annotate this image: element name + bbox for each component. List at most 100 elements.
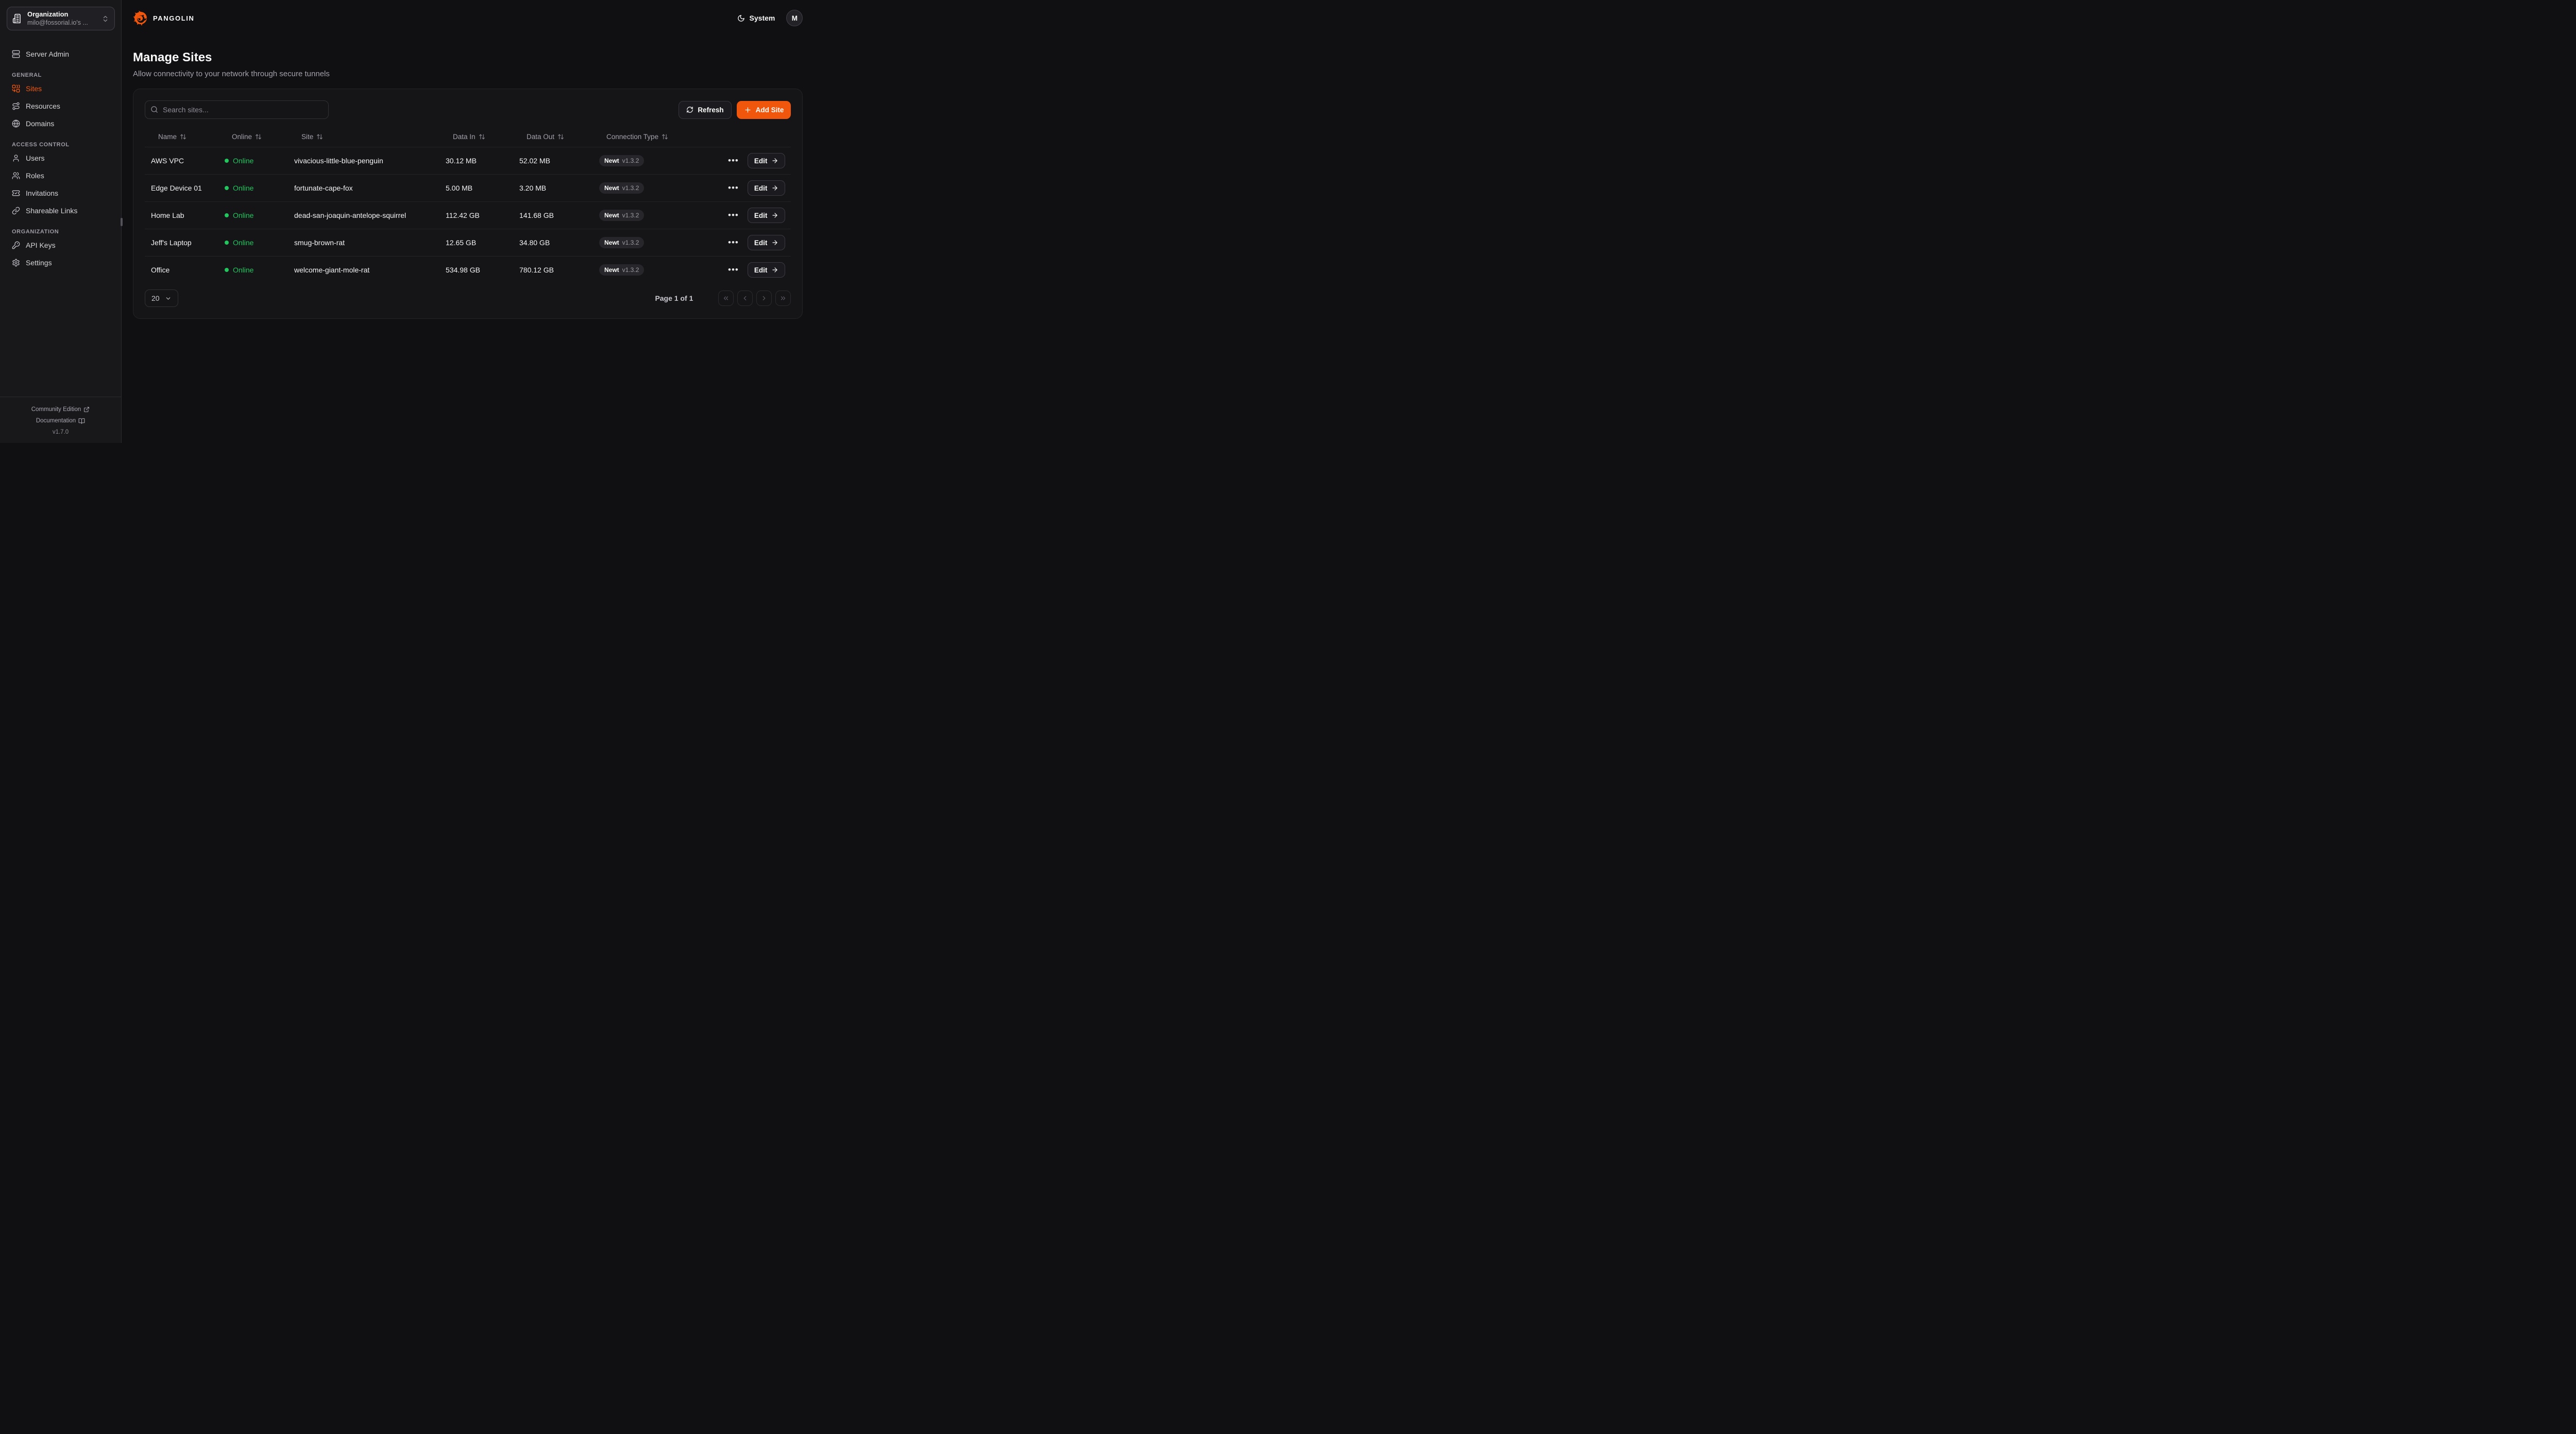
sidebar-item-api-keys[interactable]: API Keys [7,236,114,253]
route-icon [12,102,20,110]
column-header-data-out[interactable]: Data Out [513,133,593,141]
topbar: PANGOLIN System M [133,10,803,26]
table-row: Edge Device 01 Online fortunate-cape-fox… [145,174,791,201]
connection-name: Newt [604,212,619,219]
sidebar-item-invitations[interactable]: Invitations [7,184,114,201]
cell-site: vivacious-little-blue-penguin [288,157,439,165]
main-content: PANGOLIN System M Manage Sites Allow con… [122,0,815,443]
column-header-name[interactable]: Name [145,133,218,141]
prev-page-button[interactable] [737,291,753,306]
avatar[interactable]: M [786,10,803,26]
column-header-data-in[interactable]: Data In [439,133,513,141]
refresh-button[interactable]: Refresh [679,101,731,119]
table-row: Home Lab Online dead-san-joaquin-antelop… [145,201,791,229]
online-label: Online [233,266,253,274]
connection-badge: Newtv1.3.2 [599,182,644,194]
edit-button[interactable]: Edit [748,180,786,196]
connection-badge: Newtv1.3.2 [599,264,644,276]
online-label: Online [233,238,253,247]
table-row: Jeff's Laptop Online smug-brown-rat 12.6… [145,229,791,256]
edit-button[interactable]: Edit [748,208,786,223]
cell-online: Online [218,238,288,247]
chevron-right-icon [760,295,768,302]
first-page-button[interactable] [718,291,734,306]
column-header-connection-type[interactable]: Connection Type [593,133,722,141]
documentation-link[interactable]: Documentation [0,415,121,426]
edit-label: Edit [754,157,768,165]
sort-icon [316,133,323,140]
sidebar-item-sites[interactable]: Sites [7,80,114,97]
last-page-button[interactable] [775,291,791,306]
card-toolbar: Refresh Add Site [145,100,791,119]
edit-button[interactable]: Edit [748,262,786,278]
user-icon [12,154,20,162]
community-edition-link[interactable]: Community Edition [0,404,121,415]
search-wrap [145,100,329,119]
edit-button[interactable]: Edit [748,235,786,250]
sidebar-item-label: Invitations [26,189,58,197]
sidebar-item-label: Sites [26,84,42,93]
cell-data-out: 141.68 GB [513,211,593,219]
column-header-site[interactable]: Site [288,133,439,141]
sidebar-item-server-admin[interactable]: Server Admin [7,45,114,62]
pagination: 20 Page 1 of 1 [145,289,791,307]
users-icon [12,172,20,180]
chevrons-left-icon [722,295,730,302]
sidebar-item-label: Server Admin [26,50,69,58]
theme-toggle[interactable]: System [737,14,775,22]
cell-name: Edge Device 01 [145,184,218,192]
connection-name: Newt [604,266,619,274]
search-input[interactable] [145,100,329,119]
sidebar-footer: Community Edition Documentation v1.7.0 [0,397,121,443]
online-dot-icon [225,268,229,272]
sites-table: Name Online Site Data In Data Out [145,126,791,283]
sidebar-item-domains[interactable]: Domains [7,115,114,132]
refresh-label: Refresh [698,106,723,114]
brand-name: PANGOLIN [153,14,194,22]
cell-connection-type: Newtv1.3.2 [593,237,722,248]
row-menu-button[interactable]: ••• [728,158,739,163]
online-dot-icon [225,213,229,217]
row-menu-button[interactable]: ••• [728,267,739,272]
cell-actions: ••• Edit [722,262,791,278]
next-page-button[interactable] [756,291,772,306]
table-row: Office Online welcome-giant-mole-rat 534… [145,256,791,283]
sidebar-item-label: Resources [26,102,60,110]
sidebar-item-roles[interactable]: Roles [7,167,114,184]
cell-name: Home Lab [145,211,218,219]
page-info: Page 1 of 1 [655,294,693,302]
cell-data-in: 12.65 GB [439,238,513,247]
sidebar-item-users[interactable]: Users [7,149,114,166]
sidebar-item-label: Shareable Links [26,207,77,215]
ticket-check-icon [12,189,20,197]
link-icon [12,207,20,215]
arrow-right-icon [771,157,778,164]
table-header: Name Online Site Data In Data Out [145,126,791,147]
edit-button[interactable]: Edit [748,153,786,168]
cell-site: fortunate-cape-fox [288,184,439,192]
connection-name: Newt [604,184,619,192]
sidebar-nav: Server Admin GENERAL Sites Resources Dom… [0,37,121,271]
row-menu-button[interactable]: ••• [728,213,739,218]
sidebar-item-label: Settings [26,259,52,267]
sidebar-item-settings[interactable]: Settings [7,254,114,271]
org-selector[interactable]: Organization milo@fossorial.io's ... [7,7,115,30]
row-menu-button[interactable]: ••• [728,240,739,245]
sidebar-item-shareable-links[interactable]: Shareable Links [7,202,114,219]
sidebar-item-resources[interactable]: Resources [7,97,114,114]
online-label: Online [233,157,253,165]
column-header-online[interactable]: Online [218,133,288,141]
add-site-button[interactable]: Add Site [737,101,791,119]
cell-site: welcome-giant-mole-rat [288,266,439,274]
page-size-value: 20 [151,294,160,302]
online-dot-icon [225,186,229,190]
sites-card: Refresh Add Site Name Online [133,89,803,319]
pangolin-logo [133,10,148,26]
building-icon [12,13,23,24]
sidebar-resize-handle[interactable] [121,218,123,226]
cell-online: Online [218,157,288,165]
documentation-label: Documentation [36,418,76,424]
row-menu-button[interactable]: ••• [728,185,739,191]
page-size-select[interactable]: 20 [145,289,178,307]
org-selector-title: Organization [27,10,97,19]
